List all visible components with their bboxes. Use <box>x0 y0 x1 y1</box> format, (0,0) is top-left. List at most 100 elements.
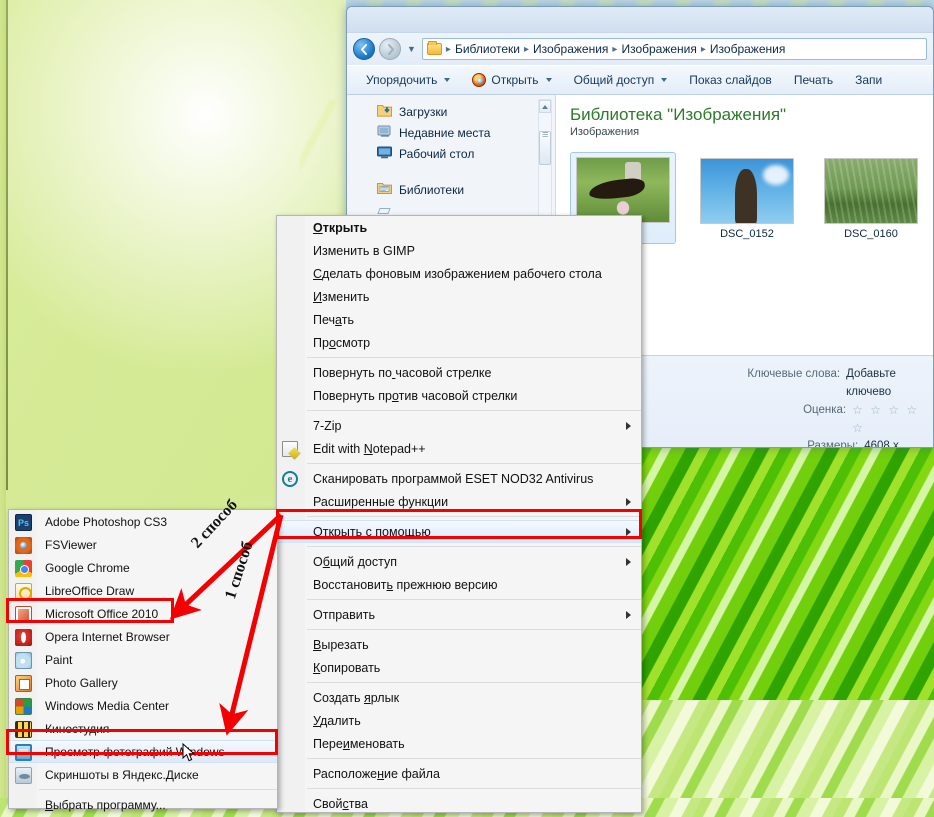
details-row-tags[interactable]: Ключевые слова: Добавьте ключево <box>741 365 923 401</box>
submenu-item[interactable]: Google Chrome <box>9 556 277 579</box>
submenu-item[interactable]: FSViewer <box>9 533 277 556</box>
chrome-icon <box>15 559 32 577</box>
submenu-item-label: Adobe Photoshop CS3 <box>45 514 168 529</box>
breadcrumb-item-2[interactable]: Изображения <box>621 42 696 56</box>
submenu-item-label: Windows Media Center <box>45 698 170 713</box>
submenu-item-label: Выбрать программу... <box>45 797 166 812</box>
context-menu-item-label: Edit with Notepad++ <box>313 441 426 456</box>
forward-button[interactable] <box>379 38 401 60</box>
context-menu-item-label: Сделать фоновым изображением рабочего ст… <box>313 266 602 281</box>
breadcrumb-item-0[interactable]: Библиотеки <box>455 42 520 56</box>
context-menu-item[interactable]: Копировать <box>277 656 641 679</box>
context-menu-item[interactable]: Печать <box>277 308 641 331</box>
toolbar-slideshow[interactable]: Показ слайдов <box>678 68 783 92</box>
submenu-item-label: Photo Gallery <box>45 675 118 690</box>
folder-icon <box>426 41 442 55</box>
submenu-item-label: Скриншоты в Яндекс.Диске <box>45 767 199 782</box>
scrollbar-thumb[interactable] <box>539 129 551 165</box>
details-row-rating[interactable]: Оценка: ☆ ☆ ☆ ☆ ☆ <box>741 401 923 437</box>
context-menu-item[interactable]: e Сканировать программой ESET NOD32 Antiv… <box>277 467 641 490</box>
context-menu-item[interactable]: Открыть с помощью <box>277 520 641 543</box>
breadcrumb-item-3[interactable]: Изображения <box>710 42 785 56</box>
context-menu-item[interactable]: Повернуть против часовой стрелки <box>277 384 641 407</box>
scroll-up-button[interactable] <box>539 100 551 113</box>
chevron-down-icon <box>661 78 668 82</box>
submenu-item[interactable]: Microsoft Office 2010 <box>9 602 277 625</box>
submenu-item[interactable]: Opera Internet Browser <box>9 625 277 648</box>
toolbar-open-label: Открыть <box>491 73 539 87</box>
thumbnail-item[interactable]: DSC_0152 <box>694 152 800 244</box>
submenu-item[interactable]: LibreOffice Draw <box>9 579 277 602</box>
context-menu-item[interactable]: Расположение файла <box>277 762 641 785</box>
submenu-item[interactable]: Ps Adobe Photoshop CS3 <box>9 510 277 533</box>
paint-icon <box>15 651 32 669</box>
toolbar-organize[interactable]: Упорядочить <box>355 68 461 92</box>
context-menu-item[interactable]: Открыть <box>277 216 641 239</box>
context-menu-item[interactable]: Переименовать <box>277 732 641 755</box>
thumbnail-item[interactable]: DSC_0160 <box>818 152 924 244</box>
context-menu-item-label: Сканировать программой ESET NOD32 Antivi… <box>313 471 594 486</box>
breadcrumb-sep: ▸ <box>612 43 618 55</box>
context-menu-item-label: Изменить в GIMP <box>313 243 415 258</box>
explorer-toolbar[interactable]: Упорядочить Открыть Общий доступ Показ с… <box>347 65 933 95</box>
context-menu-item[interactable]: Edit with Notepad++ <box>277 437 641 460</box>
sidebar-item-label: Рабочий стол <box>399 146 475 161</box>
submenu-item[interactable]: Photo Gallery <box>9 671 277 694</box>
back-button[interactable] <box>353 38 375 60</box>
context-menu-item[interactable]: Сделать фоновым изображением рабочего ст… <box>277 262 641 285</box>
sidebar-item-desktop[interactable]: Рабочий стол <box>347 143 555 164</box>
toolbar-share[interactable]: Общий доступ <box>563 68 679 92</box>
context-menu-item[interactable]: Просмотр <box>277 331 641 354</box>
toolbar-burn[interactable]: Запи <box>844 68 893 92</box>
context-menu-item-label: Открыть с помощью <box>313 524 431 539</box>
submenu-item[interactable]: Выбрать программу... <box>9 793 277 816</box>
context-menu-item[interactable]: Удалить <box>277 709 641 732</box>
recent-locations-dropdown-icon[interactable]: ▼ <box>405 44 418 54</box>
breadcrumb[interactable]: ▸ Библиотеки ▸ Изображения ▸ Изображения… <box>421 38 927 60</box>
submenu-item-label: Google Chrome <box>45 560 130 575</box>
address-bar[interactable]: ▼ ▸ Библиотеки ▸ Изображения ▸ Изображен… <box>347 33 933 65</box>
context-menu-item[interactable]: Создать ярлык <box>277 686 641 709</box>
context-menu-item-label: Отправить <box>313 607 375 622</box>
submenu-item-label: Киностудия <box>45 721 110 736</box>
submenu-item[interactable]: Windows Media Center <box>9 694 277 717</box>
chevron-down-icon <box>444 78 451 82</box>
context-menu-items[interactable]: Открыть Изменить в GIMP Сделать фоновым из… <box>277 216 641 815</box>
menu-separator <box>307 357 641 358</box>
submenu-item[interactable]: Paint <box>9 648 277 671</box>
sidebar-item-downloads[interactable]: Загрузки <box>347 101 555 122</box>
submenu-item[interactable]: Просмотр фотографий Windows <box>9 740 277 763</box>
context-menu-item[interactable]: Повернуть по часовой стрелке <box>277 361 641 384</box>
rating-stars[interactable]: ☆ ☆ ☆ ☆ ☆ <box>852 401 923 437</box>
sidebar-item-recent-places[interactable]: Недавние места <box>347 122 555 143</box>
context-menu-item[interactable]: Расширенные функции <box>277 490 641 513</box>
context-menu-item[interactable]: Общий доступ <box>277 550 641 573</box>
context-menu-item[interactable]: Отправить <box>277 603 641 626</box>
context-menu-item-label: Создать ярлык <box>313 690 400 705</box>
context-menu[interactable]: Открыть Изменить в GIMP Сделать фоновым из… <box>276 215 642 813</box>
context-menu-item[interactable]: Вырезать <box>277 633 641 656</box>
context-menu-item[interactable]: 7-Zip <box>277 414 641 437</box>
open-with-submenu[interactable]: Ps Adobe Photoshop CS3 FSViewer Google Chro… <box>8 509 278 812</box>
context-menu-item[interactable]: Свойства <box>277 792 641 815</box>
context-menu-item[interactable]: Изменить в GIMP <box>277 239 641 262</box>
submenu-item[interactable]: Киностудия <box>9 717 277 740</box>
window-titlebar[interactable] <box>347 7 933 33</box>
submenu-item[interactable]: Скриншоты в Яндекс.Диске <box>9 763 277 786</box>
toolbar-print[interactable]: Печать <box>783 68 844 92</box>
sidebar-item-libraries[interactable]: Библиотеки <box>347 179 555 200</box>
context-menu-item-label: Свойства <box>313 796 368 811</box>
breadcrumb-sep: ▸ <box>523 43 529 55</box>
sidebar-item-label: Библиотеки <box>399 182 465 197</box>
windows-media-center-icon <box>15 697 32 715</box>
context-menu-item-label: 7-Zip <box>313 418 342 433</box>
context-menu-item[interactable]: Изменить <box>277 285 641 308</box>
toolbar-open[interactable]: Открыть <box>461 68 562 92</box>
libreoffice-draw-icon <box>15 582 32 600</box>
submenu-item-label: Paint <box>45 652 73 667</box>
downloads-icon <box>377 103 392 120</box>
submenu-items[interactable]: Ps Adobe Photoshop CS3 FSViewer Google Chro… <box>9 510 277 816</box>
breadcrumb-item-1[interactable]: Изображения <box>533 42 608 56</box>
details-value[interactable]: Добавьте ключево <box>846 365 923 401</box>
context-menu-item[interactable]: Восстановить прежнюю версию <box>277 573 641 596</box>
